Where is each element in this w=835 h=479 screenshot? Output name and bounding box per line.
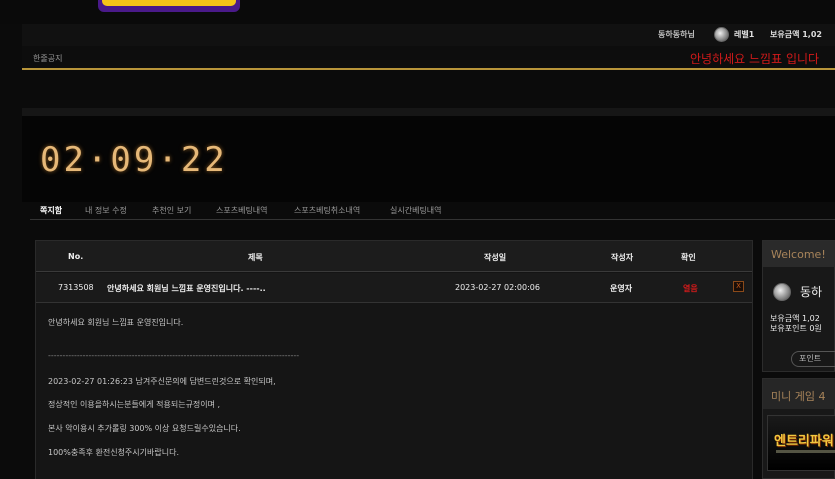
game-banner-subline [776, 450, 835, 453]
body-line: 안녕하세요 회원님 느낌표 운영진입니다. [48, 318, 184, 327]
clock-panel: 02·09·22 [22, 108, 835, 202]
tab-messages[interactable]: 쪽지함 [40, 205, 62, 216]
col-no: No. [68, 252, 84, 261]
level-badge-icon [773, 283, 791, 301]
site-logo[interactable] [94, 0, 244, 16]
tab-sports-bet-cancels[interactable]: 스포츠베팅취소내역 [294, 205, 360, 216]
message-body: 안녕하세요 회원님 느낌표 운영진입니다. ------------------… [36, 303, 752, 479]
delete-button[interactable]: X [733, 281, 744, 292]
row-status: 열음 [683, 284, 698, 293]
mini-game-title: 미니 게임 4 [771, 390, 826, 403]
money-balance: 보유금액 1,02 [770, 30, 822, 39]
user-bar: 동하동하님 레벨1 보유금액 1,02 [22, 24, 835, 46]
table-header: No. 제목 작성일 작성자 확인 [36, 241, 752, 272]
body-line: 정상적인 이용을하시는분들에게 적용되는규정이며 , [48, 400, 221, 409]
sidebar-user-name: 동하 [800, 285, 823, 299]
mini-game-panel: 미니 게임 4 엔트리파워 [762, 378, 835, 479]
table-row[interactable]: 7313508 안녕하세요 회원님 느낌표 운영진입니다. ----.. 202… [36, 273, 752, 303]
body-line: 본사 악이용시 추가롤링 300% 이상 요청드릴수있습니다. [48, 424, 241, 433]
level-badge-icon [714, 27, 729, 42]
top-bar [0, 0, 835, 24]
point-button[interactable]: 포인트 [791, 351, 835, 367]
col-title: 제목 [248, 253, 263, 262]
body-line: 100%충족후 환전신청주시기바랍니다. [48, 448, 179, 457]
welcome-title: Welcome! [771, 248, 826, 261]
mini-game-header: 미니 게임 4 [763, 379, 835, 409]
entry-powerball-banner[interactable]: 엔트리파워 [767, 415, 835, 471]
body-line: 2023-02-27 01:26:23 남겨주신문의에 답변드린것으로 확인되며… [48, 377, 276, 386]
welcome-header: Welcome! [763, 241, 835, 267]
level-text: 레벨1 [734, 30, 755, 39]
body-divider: ----------------------------------------… [48, 351, 300, 360]
message-table: No. 제목 작성일 작성자 확인 7313508 안녕하세요 회원님 느낌표 … [35, 240, 753, 479]
col-status: 확인 [681, 253, 696, 262]
game-banner-text: 엔트리파워 [774, 434, 834, 449]
notice-bar: 한줄공지 안녕하세요 느낌표 입니다 [22, 46, 835, 70]
col-author: 작성자 [611, 253, 634, 262]
notice-marquee-text: 안녕하세요 느낌표 입니다 [690, 52, 820, 66]
row-date: 2023-02-27 02:00:06 [455, 283, 540, 292]
welcome-panel: Welcome! 동하 보유금액 1,02 보유포인트 0원 포인트 [762, 240, 835, 372]
digital-clock: 02·09·22 [40, 140, 228, 180]
user-name[interactable]: 동하동하님 [658, 29, 695, 40]
notice-label: 한줄공지 [33, 54, 63, 63]
mypage-tabs: 쪽지함 내 정보 수정 추천인 보기 스포츠베팅내역 스포츠베팅취소내역 실시간… [30, 202, 835, 220]
tab-referrals[interactable]: 추천인 보기 [152, 205, 191, 216]
tab-edit-profile[interactable]: 내 정보 수정 [85, 205, 127, 216]
row-author: 운영자 [610, 284, 633, 293]
tab-sports-bets[interactable]: 스포츠베팅내역 [216, 205, 268, 216]
tab-live-bets[interactable]: 실시간베팅내역 [390, 205, 442, 216]
page: 동하동하님 레벨1 보유금액 1,02 한줄공지 안녕하세요 느낌표 입니다 0… [0, 0, 835, 479]
row-no: 7313508 [58, 283, 94, 292]
row-title[interactable]: 안녕하세요 회원님 느낌표 운영진입니다. ----.. [107, 283, 266, 294]
col-date: 작성일 [484, 253, 507, 262]
sidebar-points: 보유포인트 0원 [770, 324, 822, 333]
